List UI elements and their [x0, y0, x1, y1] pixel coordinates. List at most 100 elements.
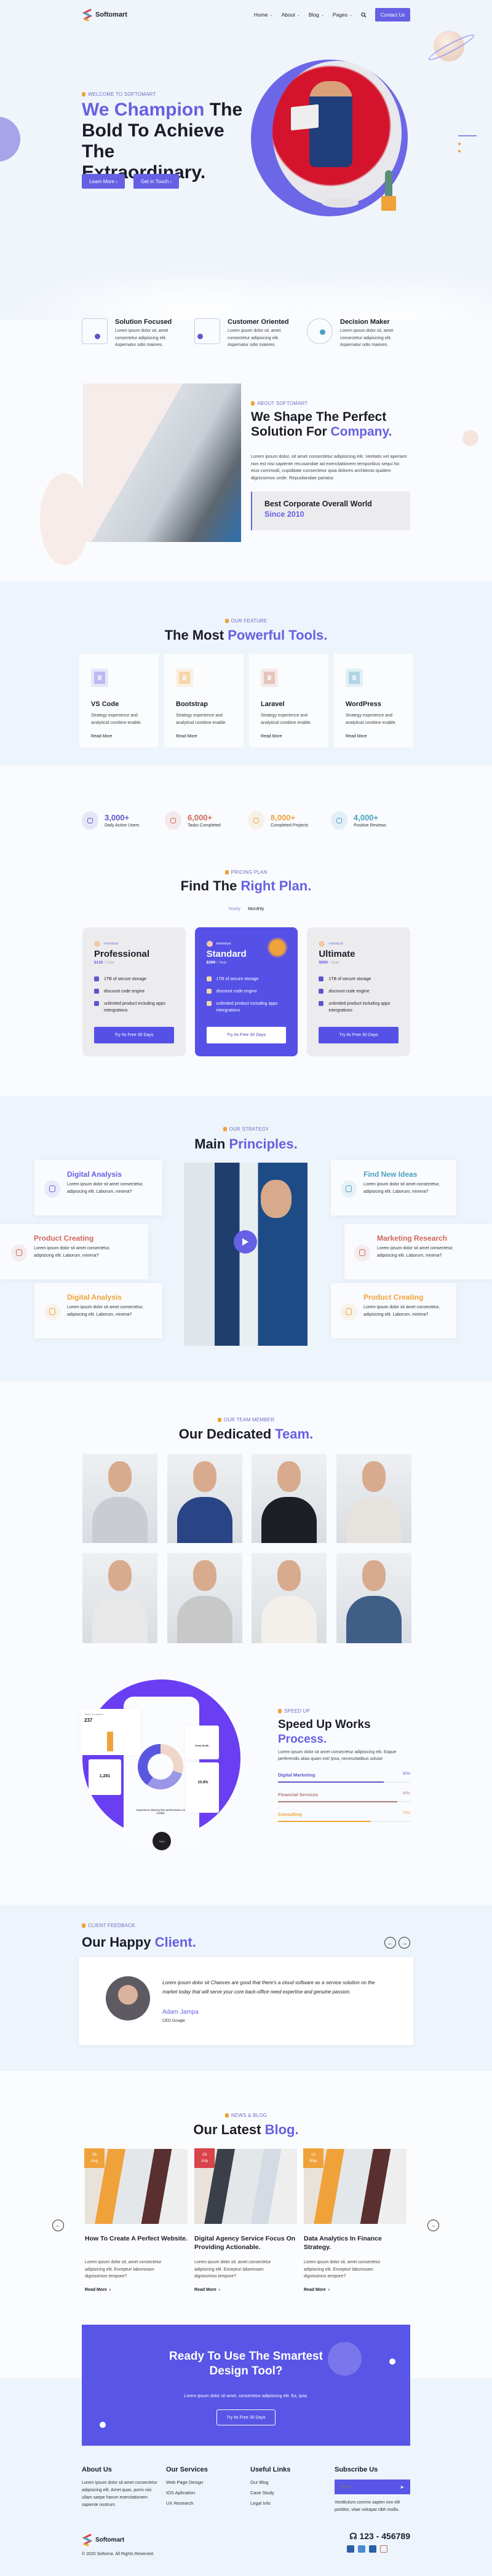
- pricing-card: Individual Ultimate $999 / Year 1TB of secu…: [307, 927, 411, 1056]
- contact-us-button[interactable]: Contact Us: [375, 8, 410, 22]
- team-member-photo[interactable]: [336, 1454, 411, 1543]
- feature-label: discount code engine: [104, 989, 145, 994]
- nav-about[interactable]: About ⌄: [282, 12, 300, 18]
- plan-tag-label: Individual: [104, 942, 119, 946]
- read-more-link[interactable]: Read More: [346, 734, 402, 739]
- monitor-icon: [261, 669, 278, 687]
- caret-right-icon: ›: [109, 2287, 111, 2292]
- link-label: Read More: [194, 2287, 216, 2292]
- icon-glyph: [170, 817, 176, 823]
- instagram-icon[interactable]: [380, 2545, 387, 2553]
- target-board-icon: [82, 318, 108, 344]
- feature-desc: Lorem ipsum dolor sit, amet consectetur …: [115, 329, 169, 347]
- email-input[interactable]: [341, 2484, 390, 2489]
- tools-title: The Most Powerful Tools.: [0, 627, 492, 643]
- tool-card[interactable]: Laravel Strategy experience and analytica…: [249, 654, 328, 747]
- footer-link[interactable]: UX Research: [166, 2500, 250, 2506]
- skill-bar: Consulting 70%: [278, 1812, 410, 1822]
- skill-bar: Digital Marketing 80%: [278, 1772, 410, 1783]
- linkedin-icon[interactable]: [369, 2545, 376, 2553]
- slider-dot[interactable]: [458, 150, 461, 152]
- footer-link[interactable]: Case Study: [250, 2490, 335, 2496]
- team-member-photo[interactable]: [336, 1553, 411, 1643]
- read-more-link[interactable]: Read More ›: [85, 2288, 188, 2292]
- blog-post: 15 May Data Analytics In Finance Strategy.…: [303, 2148, 407, 2292]
- smile-icon: [319, 941, 325, 947]
- toggle-monthly[interactable]: Monthly: [248, 906, 264, 911]
- footer-link[interactable]: Our Blog: [250, 2480, 335, 2485]
- icon-glyph: [336, 817, 342, 823]
- get-in-touch-button[interactable]: Get In Touch ›: [133, 174, 179, 189]
- try-free-button[interactable]: Try Its Free 30 Days: [94, 1027, 174, 1043]
- stat-label: Completed Projects: [271, 823, 309, 828]
- read-more-link[interactable]: Read More: [91, 734, 147, 739]
- read-more-link[interactable]: Read More ›: [194, 2288, 297, 2292]
- tool-name: WordPress: [346, 701, 381, 708]
- slider-dot[interactable]: [458, 143, 461, 145]
- try-it-button[interactable]: Try It: [153, 1832, 171, 1850]
- cta-button[interactable]: Try Its Free 30 Days: [216, 2409, 276, 2425]
- try-free-button[interactable]: Try Its Free 30 Days: [206, 1027, 287, 1043]
- prev-testimonial-button[interactable]: ←: [384, 1937, 396, 1949]
- plan-feature: 1TB of secure storage: [94, 976, 174, 983]
- box-icon: [319, 1001, 324, 1006]
- slider-dot-active[interactable]: [458, 135, 477, 136]
- team-member-photo[interactable]: [82, 1454, 157, 1543]
- next-testimonial-button[interactable]: →: [399, 1937, 410, 1949]
- learn-more-button[interactable]: Learn More ›: [82, 174, 125, 189]
- title-text: Speed Up Works: [278, 1718, 371, 1731]
- title-text: Our Dedicated: [178, 1426, 276, 1442]
- team-member-photo[interactable]: [82, 1553, 157, 1643]
- read-more-link[interactable]: Read More ›: [304, 2288, 407, 2292]
- twitter-icon[interactable]: [358, 2545, 365, 2553]
- tool-card[interactable]: WordPress Strategy experience and analyti…: [334, 654, 413, 747]
- nav-home[interactable]: Home ⌄: [254, 12, 273, 18]
- blog-title[interactable]: How To Create A Perfect Website.: [85, 2234, 188, 2253]
- read-more-link[interactable]: Read More: [176, 734, 232, 739]
- blog-title[interactable]: Digital Agency Service Focus On Providin…: [194, 2234, 297, 2253]
- icon-glyph: [49, 1185, 55, 1192]
- about-eyebrow: ABOUT SOFTOMART: [251, 401, 308, 406]
- team-member-photo[interactable]: [167, 1454, 242, 1543]
- footer-link[interactable]: IOS Aplication: [166, 2490, 250, 2496]
- brand-name: Softomart: [95, 11, 127, 18]
- tool-card[interactable]: Bootstrap Strategy experience and analyti…: [164, 654, 244, 747]
- blog-next-button[interactable]: →: [427, 2220, 439, 2231]
- team-member-photo[interactable]: [252, 1553, 327, 1643]
- title-accent: Client.: [154, 1934, 196, 1950]
- toggle-yearly[interactable]: Yearly: [228, 906, 241, 911]
- eyebrow-text: OUR STRATEGY: [229, 1126, 269, 1132]
- play-video-button[interactable]: [234, 1230, 257, 1254]
- wordpress-icon: [346, 669, 363, 687]
- facebook-icon[interactable]: [347, 2545, 354, 2553]
- nav-pages[interactable]: Pages ⌄: [333, 12, 352, 18]
- footer-link[interactable]: Web Page Design: [166, 2480, 250, 2485]
- footer-logo[interactable]: Softomart: [82, 2533, 124, 2547]
- tool-desc: Strategy experience and analytical combi…: [91, 713, 142, 725]
- team-member-photo[interactable]: [167, 1553, 242, 1643]
- search-icon[interactable]: [361, 12, 367, 18]
- nav-label: Pages: [332, 12, 347, 18]
- footer-link[interactable]: Legal Info: [250, 2500, 335, 2506]
- progress-fill: [278, 1821, 371, 1822]
- send-icon[interactable]: ➤: [400, 2484, 404, 2490]
- read-more-link[interactable]: Read More: [261, 734, 317, 739]
- stat-value: 3,000+: [105, 813, 130, 822]
- slider-dots[interactable]: [458, 135, 477, 152]
- stat-text: 6,000+ Tasks Completed: [188, 813, 221, 828]
- title-text: The Most: [164, 627, 228, 643]
- nav-blog[interactable]: Blog ⌄: [309, 12, 324, 18]
- blog-title[interactable]: Data Analytics In Finance Strategy.: [304, 2234, 407, 2253]
- title-accent: Team.: [275, 1426, 314, 1442]
- subscribe-text: Vestibulum commo sapien non elit porttit…: [335, 2500, 400, 2512]
- feature-label: unlimited product including apps intergr…: [328, 1002, 391, 1013]
- try-free-button[interactable]: Try Its Free 30 Days: [319, 1027, 399, 1043]
- principles-eyebrow: OUR STRATEGY: [0, 1126, 492, 1132]
- logo[interactable]: Softomart: [82, 8, 127, 22]
- price-value: $120: [94, 960, 103, 965]
- tool-card[interactable]: VS Code Strategy experience and analytica…: [79, 654, 159, 747]
- team-member-photo[interactable]: [252, 1454, 327, 1543]
- quote-icon: [82, 1923, 85, 1928]
- tasks-value: 237: [84, 1718, 93, 1723]
- blog-prev-button[interactable]: ←: [52, 2220, 64, 2231]
